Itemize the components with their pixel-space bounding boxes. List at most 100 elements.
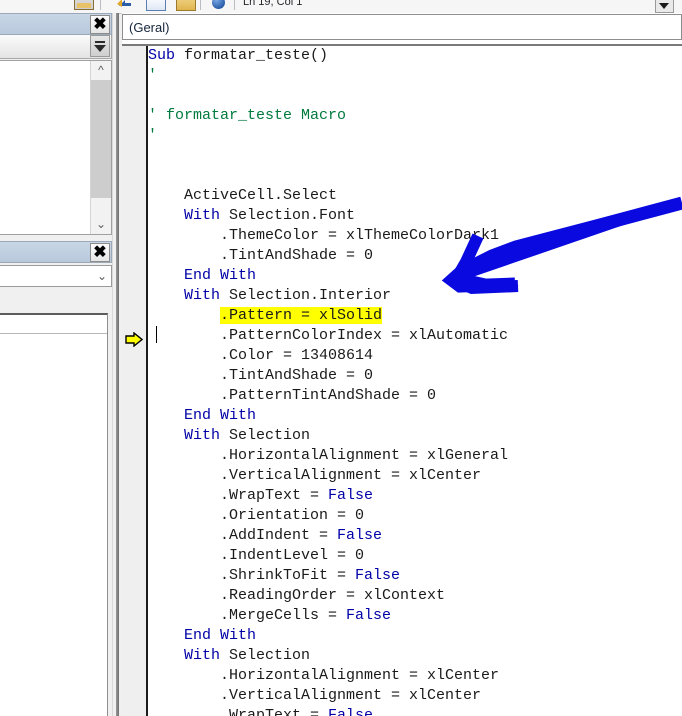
code-token: Selection: [229, 647, 311, 664]
code-token: .TintAndShade = 0: [148, 247, 374, 264]
properties-grid-header: [0, 315, 107, 334]
close-icon[interactable]: ✖: [90, 15, 110, 34]
panel-splitter[interactable]: [112, 13, 119, 716]
code-line: .ReadingOrder = xlContext: [148, 586, 682, 606]
scroll-down-icon[interactable]: ⌄: [91, 215, 111, 234]
code-token: .ThemeColor = xlThemeColorDark1: [148, 227, 500, 244]
object-browser-icon[interactable]: [212, 0, 225, 9]
code-line: .Color = 13408614: [148, 346, 682, 366]
code-token: .PatternTintAndShade = 0: [148, 387, 437, 404]
code-line: .VerticalAlignment = xlCenter: [148, 686, 682, 706]
code-token: .WrapText =: [148, 487, 329, 504]
docked-panels-column: ✖ ^ ⌄ ✖ ⌄: [0, 13, 118, 716]
folder-icon[interactable]: [176, 0, 196, 11]
code-line: .WrapText = False: [148, 486, 682, 506]
project-toolbar-dropdown[interactable]: [90, 35, 110, 57]
code-line: With Selection: [148, 646, 682, 666]
code-line: Sub formatar_teste(): [148, 46, 682, 66]
toolbar-separator-3: [234, 0, 235, 10]
code-keyword: End With: [184, 627, 257, 644]
code-line: .MergeCells = False: [148, 606, 682, 626]
code-line: .ThemeColor = xlThemeColorDark1: [148, 226, 682, 246]
code-line: .TintAndShade = 0: [148, 366, 682, 386]
code-line: With Selection: [148, 426, 682, 446]
toolbar-separator-2: [200, 0, 201, 10]
code-line: .VerticalAlignment = xlCenter: [148, 466, 682, 486]
scrollbar-thumb[interactable]: [91, 80, 111, 198]
code-line: .IndentLevel = 0: [148, 546, 682, 566]
code-token: ActiveCell.Select: [148, 187, 338, 204]
code-window: (Geral) Sub formatar_teste() ' ' formatar…: [122, 13, 682, 716]
current-statement-arrow-icon: [125, 332, 143, 347]
code-line: With Selection.Interior: [148, 286, 682, 306]
code-line: ': [148, 126, 682, 146]
undo-icon-glyph: [117, 0, 131, 7]
code-line: With Selection.Font: [148, 206, 682, 226]
properties-panel: ✖ ⌄: [0, 241, 112, 301]
toolbar-overflow-dropdown[interactable]: [655, 0, 674, 13]
code-line: ActiveCell.Select: [148, 186, 682, 206]
undo-icon[interactable]: [116, 0, 134, 9]
code-token: .IndentLevel = 0: [148, 547, 365, 564]
project-tree[interactable]: ^ ⌄: [0, 60, 112, 235]
code-comment: ': [148, 67, 158, 84]
save-icon[interactable]: [74, 0, 94, 10]
code-token: .ReadingOrder = xlContext: [148, 587, 446, 604]
vba-editor-window: Ln 19, Col 1 ✖ ^ ⌄ ✖ ⌄ (Geral) Sub forma…: [0, 0, 682, 716]
code-keyword: End With: [184, 267, 257, 284]
code-token: .AddIndent =: [148, 527, 338, 544]
code-token: .ShrinkToFit =: [148, 567, 356, 584]
code-line: End With: [148, 266, 682, 286]
code-token: .WrapText =: [148, 707, 329, 716]
code-keyword: With: [184, 427, 230, 444]
window-icon[interactable]: [146, 0, 166, 11]
properties-grid[interactable]: [0, 313, 108, 716]
code-token: Selection.Font: [229, 207, 356, 224]
code-line: ': [148, 66, 682, 86]
properties-object-combo[interactable]: ⌄: [0, 265, 112, 287]
code-token: .PatternColorIndex = xlAutomatic: [148, 327, 509, 344]
procedure-combo-value: (Geral): [129, 20, 170, 35]
close-icon[interactable]: ✖: [90, 243, 110, 262]
chevron-down-icon: ⌄: [96, 269, 107, 283]
code-line: .ShrinkToFit = False: [148, 566, 682, 586]
project-explorer-toolbar: [0, 35, 112, 59]
code-line: .Pattern = xlSolid: [148, 306, 682, 326]
cursor-position-status: Ln 19, Col 1: [243, 0, 303, 8]
code-token: .TintAndShade = 0: [148, 367, 374, 384]
highlighted-code: .Pattern = xlSolid: [220, 307, 383, 324]
code-token: .VerticalAlignment = xlCenter: [148, 687, 482, 704]
code-line: .Orientation = 0: [148, 506, 682, 526]
code-editor[interactable]: Sub formatar_teste() ' ' formatar_teste M…: [122, 44, 682, 716]
toolbar-separator: [100, 0, 101, 10]
scroll-up-icon[interactable]: ^: [91, 61, 111, 80]
code-token: .HorizontalAlignment = xlGeneral: [148, 447, 509, 464]
editor-margin-indicator-bar[interactable]: [122, 46, 148, 716]
code-token: .Pattern = xlSolid: [220, 307, 383, 324]
code-keyword: With: [184, 207, 230, 224]
code-line: ' formatar_teste Macro: [148, 106, 682, 126]
procedure-combo[interactable]: (Geral): [122, 14, 682, 40]
toolbar: Ln 19, Col 1: [0, 0, 682, 14]
text-cursor: [156, 326, 157, 343]
code-keyword: With: [184, 287, 230, 304]
code-comment: ' formatar_teste Macro: [148, 107, 347, 124]
project-tree-scrollbar[interactable]: ^ ⌄: [90, 61, 111, 234]
code-keyword: Sub: [148, 47, 185, 64]
properties-titlebar: ✖: [0, 241, 112, 263]
code-keyword: With: [184, 647, 230, 664]
code-keyword: False: [328, 487, 374, 504]
code-line: End With: [148, 406, 682, 426]
code-line: .PatternColorIndex = xlAutomatic: [148, 326, 682, 346]
code-text[interactable]: Sub formatar_teste() ' ' formatar_teste M…: [148, 46, 682, 716]
